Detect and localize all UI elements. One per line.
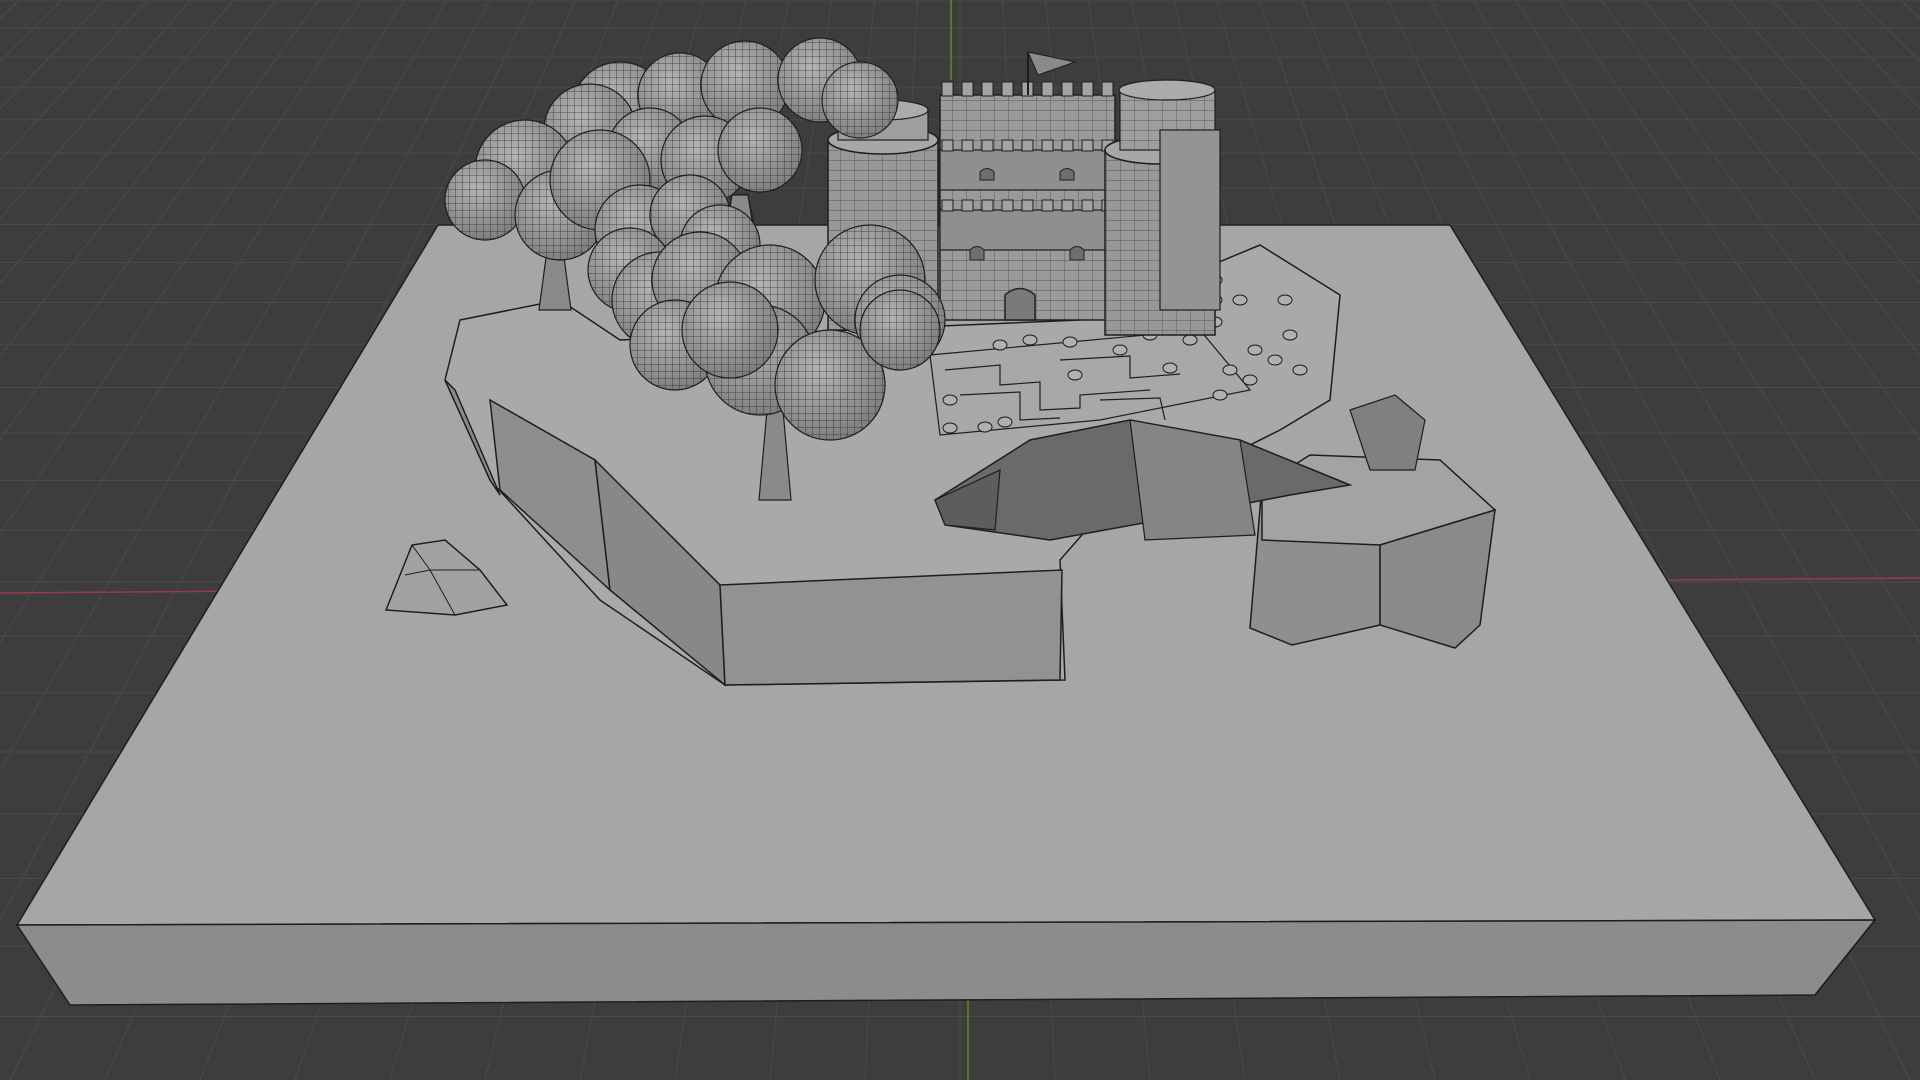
- castle-gate[interactable]: [1004, 287, 1036, 321]
- viewport-canvas[interactable]: [0, 0, 1920, 1080]
- base-slab-front: [15, 919, 1877, 1006]
- cliff-face-front-main: [719, 569, 1063, 686]
- castle-keep[interactable]: [939, 81, 1116, 321]
- tower-right[interactable]: [1104, 79, 1221, 336]
- 3d-viewport[interactable]: [0, 0, 1920, 1080]
